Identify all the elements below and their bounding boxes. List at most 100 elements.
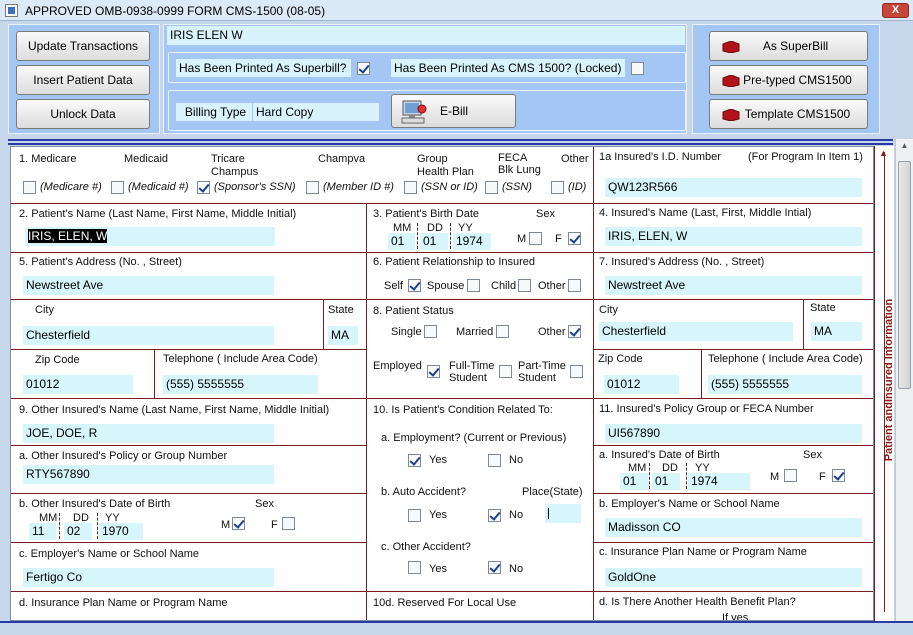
scroll-up-icon[interactable]: ▲ xyxy=(898,141,911,154)
date-divider xyxy=(649,463,650,489)
group-label: Group xyxy=(417,153,448,165)
medicare-checkbox[interactable] xyxy=(23,181,36,194)
close-button[interactable]: X xyxy=(882,3,909,18)
ins-sex-m-checkbox[interactable] xyxy=(784,469,797,482)
sex-f-checkbox[interactable] xyxy=(568,232,581,245)
sponsor-ssn-label: (Sponsor's SSN) xyxy=(214,181,296,193)
separator xyxy=(8,139,893,145)
medicaid-label: Medicaid xyxy=(124,153,169,165)
fulltime-checkbox[interactable] xyxy=(499,365,512,378)
printed-superbill-label: Has Been Printed As Superbill? xyxy=(176,59,351,77)
grid-line xyxy=(701,349,702,398)
toolbar: Update Transactions Insert Patient Data … xyxy=(0,21,913,139)
printed-superbill-checkbox[interactable] xyxy=(357,62,370,75)
other-accident-yes-checkbox[interactable] xyxy=(408,561,421,574)
sex-m-checkbox[interactable] xyxy=(529,232,542,245)
patient-zip-field[interactable]: 01012 xyxy=(23,375,133,394)
other-checkbox[interactable] xyxy=(551,181,564,194)
rel-other-checkbox[interactable] xyxy=(568,279,581,292)
status-married-checkbox[interactable] xyxy=(496,325,509,338)
billing-type-field[interactable]: Hard Copy xyxy=(253,103,379,121)
champva-label: Champva xyxy=(318,153,366,165)
employment-no-checkbox[interactable] xyxy=(488,454,501,467)
printed-status-group: Has Been Printed As Superbill? Has Been … xyxy=(168,52,686,83)
grid-line xyxy=(11,252,873,253)
bottom-bar xyxy=(0,621,913,635)
insured-tel-field[interactable]: (555) 5555555 xyxy=(708,375,862,394)
vertical-scrollbar[interactable]: ▲ xyxy=(895,139,913,621)
medicaid-checkbox[interactable] xyxy=(111,181,124,194)
other-accident-yes-label: Yes xyxy=(429,563,447,575)
patient-address-label: 5. Patient's Address (No. , Street) xyxy=(19,256,182,268)
champva-checkbox[interactable] xyxy=(306,181,319,194)
parttime-checkbox[interactable] xyxy=(570,365,583,378)
birth-dd-field[interactable]: 01 xyxy=(420,233,448,250)
status-single-checkbox[interactable] xyxy=(424,325,437,338)
employed-label: Employed xyxy=(373,360,422,372)
auto-no-checkbox[interactable] xyxy=(488,509,501,522)
ins-employer-field[interactable]: Madisson CO xyxy=(605,518,862,537)
parttime-label: Part-Time xyxy=(518,360,566,372)
insured-name-field[interactable]: IRIS, ELEN, W xyxy=(605,227,862,246)
insured-address-field[interactable]: Newstreet Ave xyxy=(605,276,862,295)
other-accident-no-checkbox[interactable] xyxy=(488,561,501,574)
other-yy-field[interactable]: 1970 xyxy=(99,523,143,540)
update-transactions-button[interactable]: Update Transactions xyxy=(16,31,150,61)
employed-checkbox[interactable] xyxy=(427,365,440,378)
insured-policy-field[interactable]: UI567890 xyxy=(605,424,862,443)
print-panel: As SuperBill Pre-typed CMS1500 Template … xyxy=(692,24,880,134)
patient-address-field[interactable]: Newstreet Ave xyxy=(23,276,274,295)
ins-dd-field[interactable]: 01 xyxy=(652,473,680,490)
place-state-field[interactable] xyxy=(545,504,581,523)
other-policy-field[interactable]: RTY567890 xyxy=(23,465,274,484)
auto-yes-checkbox[interactable] xyxy=(408,509,421,522)
as-superbill-button[interactable]: As SuperBill xyxy=(709,31,868,61)
other-employer-field[interactable]: Fertigo Co xyxy=(23,568,274,587)
template-cms1500-button[interactable]: Template CMS1500 xyxy=(709,99,868,129)
patient-state-field[interactable]: MA xyxy=(328,326,358,345)
ins-mm-field[interactable]: 01 xyxy=(620,473,648,490)
fulltime-student-label: Student xyxy=(449,372,487,384)
patient-status-label: 8. Patient Status xyxy=(373,305,454,317)
unlock-data-button[interactable]: Unlock Data xyxy=(16,99,150,129)
insured-state-field[interactable]: MA xyxy=(811,322,862,341)
rel-self-checkbox[interactable] xyxy=(408,279,421,292)
feca-checkbox[interactable] xyxy=(485,181,498,194)
insured-address-label: 7. Insured's Address (No. , Street) xyxy=(599,256,765,268)
ins-plan-field[interactable]: GoldOne xyxy=(605,568,862,587)
insured-id-field[interactable]: QW123R566 xyxy=(605,178,862,197)
group-checkbox[interactable] xyxy=(404,181,417,194)
rel-child-checkbox[interactable] xyxy=(518,279,531,292)
patient-name-field[interactable]: IRIS, ELEN, W xyxy=(25,227,275,246)
status-single-label: Single xyxy=(391,326,422,338)
printed-cms-checkbox[interactable] xyxy=(631,62,644,75)
patient-city-field[interactable]: Chesterfield xyxy=(23,326,274,345)
grid-line xyxy=(11,203,873,204)
birth-mm-field[interactable]: 01 xyxy=(388,233,415,250)
birth-yy-field[interactable]: 1974 xyxy=(453,233,491,250)
ins-sex-f-checkbox[interactable] xyxy=(832,469,845,482)
other-insured-field[interactable]: JOE, DOE, R xyxy=(23,424,274,443)
other-sex-m-checkbox[interactable] xyxy=(232,517,245,530)
patient-tel-field[interactable]: (555) 5555555 xyxy=(163,375,318,394)
grid-line xyxy=(11,542,366,543)
other-sex-f-checkbox[interactable] xyxy=(282,517,295,530)
ins-yy-field[interactable]: 1974 xyxy=(688,473,750,490)
other-sex-label: Sex xyxy=(255,498,274,510)
other-dd-field[interactable]: 02 xyxy=(64,523,92,540)
status-other-checkbox[interactable] xyxy=(568,325,581,338)
tricare-checkbox[interactable] xyxy=(197,181,210,194)
insured-tel-number: 5555555 xyxy=(742,377,790,391)
employment-yes-checkbox[interactable] xyxy=(408,454,421,467)
scroll-thumb[interactable] xyxy=(898,161,911,389)
insured-zip-field[interactable]: 01012 xyxy=(604,375,679,394)
insured-city-field[interactable]: Chesterfield xyxy=(599,322,793,341)
date-divider xyxy=(686,463,687,489)
other-insured-label: 9. Other Insured's Name (Last Name, Firs… xyxy=(19,404,330,416)
insert-patient-data-button[interactable]: Insert Patient Data xyxy=(16,65,150,95)
pretyped-cms1500-button[interactable]: Pre-typed CMS1500 xyxy=(709,65,868,95)
ebill-button[interactable]: E-Bill xyxy=(391,94,516,128)
sex-f-label: F xyxy=(555,233,562,245)
rel-spouse-checkbox[interactable] xyxy=(467,279,480,292)
other-mm-field[interactable]: 11 xyxy=(29,523,56,540)
